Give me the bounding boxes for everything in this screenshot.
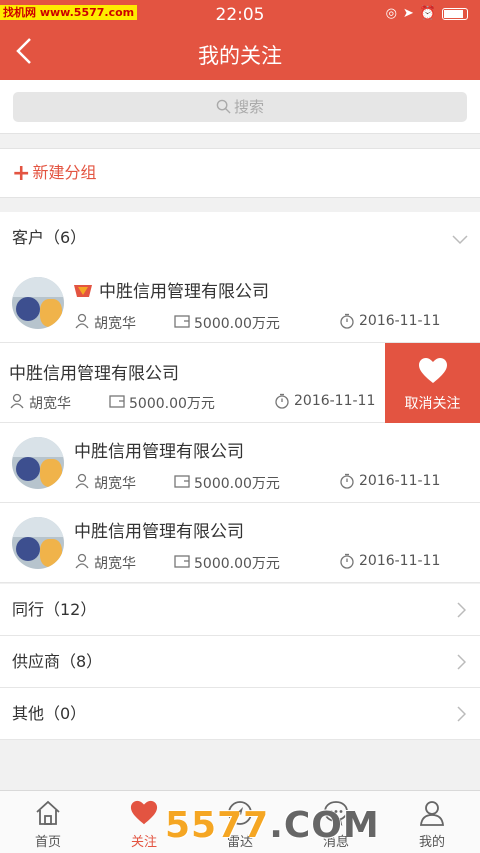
company-name: 中胜信用管理有限公司 (9, 364, 179, 384)
search-section: 搜索 (0, 80, 480, 134)
search-icon (216, 99, 231, 114)
page-title: 我的关注 (198, 44, 282, 68)
chevron-right-icon (457, 654, 466, 670)
person-icon (10, 393, 24, 409)
group-others-header[interactable]: 其他（0） (0, 688, 480, 740)
location-icon: ➤ (402, 6, 414, 21)
person-icon (75, 473, 89, 489)
timer-icon (340, 313, 354, 329)
group-label: 供应商（8） (12, 652, 103, 671)
new-group-button[interactable]: + 新建分组 (0, 148, 480, 198)
register-date: 2016-11-11 (294, 393, 376, 409)
avatar (12, 437, 64, 489)
wallet-icon (174, 555, 190, 568)
unfollow-label: 取消关注 (404, 396, 461, 412)
list-item[interactable]: 中胜信用管理有限公司 胡宽华 5000.00万元 2016-11-11 (0, 423, 480, 503)
user-icon (420, 801, 444, 826)
wallet-icon (174, 475, 190, 488)
legal-person: 胡宽华 (29, 396, 71, 412)
registered-capital: 5000.00万元 (194, 556, 280, 572)
company-name: 中胜信用管理有限公司 (74, 522, 244, 542)
wallet-icon (174, 315, 190, 328)
group-customers-header[interactable]: 客户（6） (0, 212, 480, 264)
unfollow-button[interactable]: 取消关注 (385, 343, 480, 423)
chevron-down-icon (452, 212, 468, 264)
search-input[interactable]: 搜索 (13, 92, 467, 122)
avatar (12, 277, 64, 329)
alarm-icon: ⏰ (419, 6, 436, 21)
list-item[interactable]: 中胜信用管理有限公司 胡宽华 5000.00万元 2016-11-11 (0, 503, 480, 583)
timer-icon (340, 473, 354, 489)
plus-icon: + (12, 161, 31, 186)
person-icon (75, 313, 89, 329)
registered-capital: 5000.00万元 (194, 476, 280, 492)
status-bar: 找机网 www.5577.com 22:05 ◎ ➤ ⏰ (0, 0, 480, 30)
heart-icon (418, 358, 447, 383)
group-label: 同行（12） (12, 600, 97, 619)
home-icon (36, 800, 60, 825)
battery-icon (442, 7, 468, 20)
company-name: 中胜信用管理有限公司 (72, 277, 269, 302)
registered-capital: 5000.00万元 (194, 316, 280, 332)
tab-home[interactable]: 首页 (0, 799, 96, 850)
timer-icon (340, 553, 354, 569)
tab-label: 关注 (130, 835, 157, 850)
top-bar: 找机网 www.5577.com 22:05 ◎ ➤ ⏰ 我的关注 (0, 0, 480, 80)
status-icons: ◎ ➤ ⏰ (386, 6, 468, 21)
tab-label: 首页 (34, 835, 61, 850)
group-suppliers-header[interactable]: 供应商（8） (0, 636, 480, 688)
legal-person: 胡宽华 (94, 476, 136, 492)
vip-badge-icon (74, 285, 92, 297)
avatar (12, 517, 64, 569)
chevron-right-icon (457, 602, 466, 618)
company-name: 中胜信用管理有限公司 (74, 442, 244, 462)
group-peers-header[interactable]: 同行（12） (0, 584, 480, 636)
register-date: 2016-11-11 (359, 313, 441, 329)
site-watermark-logo: 5577.COM (165, 805, 380, 846)
list-item[interactable]: 中胜信用管理有限公司 胡宽华 5000.00万元 2016-11-11 (0, 263, 480, 343)
lock-rotation-icon: ◎ (385, 6, 397, 21)
search-placeholder: 搜索 (233, 98, 264, 116)
legal-person: 胡宽华 (94, 556, 136, 572)
tab-mine[interactable]: 我的 (384, 799, 480, 850)
group-label: 其他（0） (12, 704, 87, 723)
person-icon (75, 553, 89, 569)
wallet-icon (109, 395, 125, 408)
legal-person: 胡宽华 (94, 316, 136, 332)
register-date: 2016-11-11 (359, 473, 441, 489)
timer-icon (275, 393, 289, 409)
group-label: 客户（6） (12, 228, 87, 247)
new-group-label: 新建分组 (32, 163, 97, 182)
register-date: 2016-11-11 (359, 553, 441, 569)
chevron-right-icon (457, 706, 466, 722)
registered-capital: 5000.00万元 (129, 396, 215, 412)
tab-label: 我的 (418, 835, 445, 850)
list-item-swiped[interactable]: 中胜信用管理有限公司 胡宽华 5000.00万元 2016-11-11 取消关注 (0, 343, 480, 423)
heart-icon (130, 800, 158, 825)
